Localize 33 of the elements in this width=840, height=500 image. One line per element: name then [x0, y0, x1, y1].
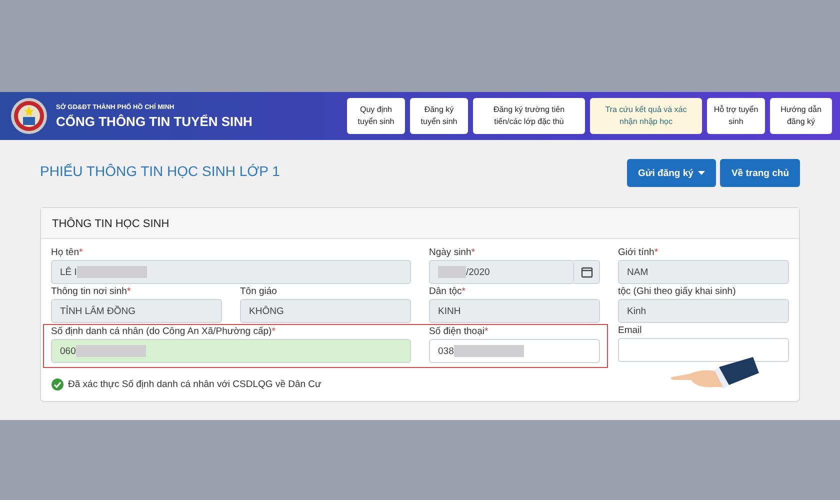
field-label: tộc (Ghi theo giấy khai sinh)	[618, 286, 737, 297]
nav-button[interactable]: Quy định tuyển sinh	[347, 98, 405, 134]
field-label: Tôn giáo	[240, 286, 278, 297]
input-field[interactable]: 060	[51, 339, 411, 363]
portal-title: CỔNG THÔNG TIN TUYỂN SINH	[56, 114, 252, 128]
nav-button[interactable]: Tra cứu kết quả và xác nhận nhập học	[590, 98, 702, 134]
nav-button[interactable]: Đăng ký trường tiên tiến/các lớp đặc thù	[473, 98, 585, 134]
input-field[interactable]	[618, 338, 789, 362]
calendar-icon	[580, 266, 592, 278]
field-label: Dân tộc*	[429, 286, 466, 297]
card-title: THÔNG TIN HỌC SINH	[52, 218, 170, 230]
field-label: Ngày sinh*	[429, 247, 476, 258]
calendar-button[interactable]	[574, 260, 600, 284]
nav-button[interactable]: Hỗ trợ tuyển sinh	[707, 98, 765, 134]
field-label: Email	[618, 325, 643, 336]
field-label: Thông tin nơi sinh*	[51, 286, 132, 297]
redaction-block	[454, 345, 524, 357]
nav-button[interactable]: Đăng ký tuyển sinh	[410, 98, 468, 134]
field-label: Số định danh cá nhân (do Công An Xã/Phường cấp)*	[51, 326, 276, 337]
field-label: Số điện thoại*	[429, 326, 490, 337]
emblem-icon	[10, 97, 48, 135]
page-title: PHIẾU THÔNG TIN HỌC SINH LỚP 1	[40, 163, 280, 179]
redaction-block	[76, 266, 147, 278]
action-button[interactable]: Về trang chủ	[720, 159, 800, 187]
redaction-block	[438, 266, 466, 278]
action-button[interactable]: Gửi đăng ký	[627, 159, 716, 187]
input-field[interactable]: 038	[429, 339, 600, 363]
field-label: Giới tính*	[618, 247, 660, 258]
field-label: Họ tên*	[51, 247, 84, 258]
verification-note: Đã xác thực Số định danh cá nhân với CSDLQG về Dân Cư	[68, 379, 322, 390]
redaction-block	[76, 345, 146, 357]
caret-icon	[698, 171, 706, 175]
nav-button[interactable]: Hướng dẫn đăng ký	[770, 98, 832, 134]
